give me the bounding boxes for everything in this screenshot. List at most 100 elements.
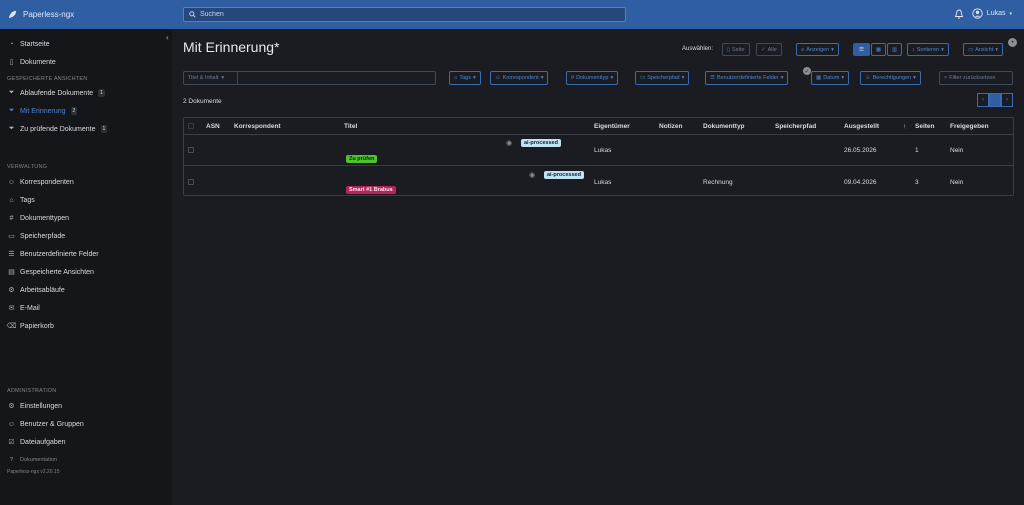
sidebar-item-label: Dokumenttypen [20,214,70,222]
brand[interactable]: Paperless-ngx [0,10,180,19]
chevron-down-icon: ▾ [780,75,784,81]
select-label: Auswählen: [682,46,714,52]
documents-table: ASN Korrespondent Titel Eigentümer Notiz… [183,117,1014,196]
previous-page-button[interactable]: ‹ [977,93,989,107]
sidebar-item-label: Mit Erinnerung [20,107,66,115]
search-input[interactable] [200,11,600,18]
next-page-button[interactable]: › [1001,93,1013,107]
section-heading-saved: GESPEICHERTE ANSICHTEN [7,76,88,82]
select-all-checkbox[interactable] [188,123,194,129]
search-icon [189,11,196,18]
chevron-down-icon: ▾ [913,75,916,81]
paperless-leaf-icon [8,10,17,19]
column-header-seiten[interactable]: Seiten [915,123,935,130]
button-label: Seite [732,46,745,53]
column-header-korrespondent[interactable]: Korrespondent [234,123,281,130]
view-dropdown[interactable]: ▭ Ansicht ▾ [963,43,1004,56]
column-header-freigegeben[interactable]: Freigegeben [950,123,989,130]
sort-up-arrow-icon: ↑ [903,123,907,130]
sidebar-item-label: Einstellungen [20,402,63,410]
sidebar-item-einstellungen[interactable]: ⚙ Einstellungen [0,397,172,415]
ui-radios-icon: ☰ [710,75,715,81]
text-filter: Titel & Inhalt ▾ [183,71,436,85]
chevron-down-icon: ▾ [610,75,614,81]
tag-ai-processed[interactable]: ai-processed [544,171,584,179]
sidebar-item-label: Benutzer & Gruppen [20,420,84,428]
sidebar-item-benutzer-gruppen[interactable]: ☺ Benutzer & Gruppen [0,415,172,433]
filter-dokumenttyp[interactable]: # Dokumenttyp ▾ [566,71,619,85]
global-search[interactable] [183,7,626,22]
sidebar-item-label: Benutzerdefinierte Felder [20,250,99,258]
select-all-button[interactable]: ✓ Alle [756,43,782,56]
filter-datum[interactable]: ▦ Datum ▾ [811,71,850,85]
tag-icon: ⌂ [9,196,14,204]
column-header-dokumenttyp[interactable]: Dokumenttyp [703,123,745,130]
sidebar-item-korrespondenten[interactable]: ☺ Korrespondenten [0,173,172,191]
question-circle-icon: ? [9,457,14,463]
sidebar-item-dateiaufgaben[interactable]: ☑ Dateiaufgaben [0,433,172,451]
pages-cell: 1 [915,147,919,154]
sidebar-item-tags[interactable]: ⌂ Tags [0,191,172,209]
user-avatar-icon [972,8,983,19]
sidebar-item-zu-pruefende[interactable]: ⏷ Zu prüfende Dokumente 1 [0,120,172,138]
reset-filter-button[interactable]: × Filter zurücksetzen [939,71,1013,85]
sidebar-item-dokumente[interactable]: ▯ Dokumente [0,53,172,71]
bell-icon[interactable] [954,9,964,19]
view-small-cards-button[interactable]: ▦ [871,43,886,56]
sidebar-item-papierkorb[interactable]: ⌫ Papierkorb [0,317,172,335]
column-header-notizen[interactable]: Notizen [659,123,682,130]
filter-korrespondent[interactable]: ☺ Korrespondent ▾ [490,71,549,85]
sidebar-item-email[interactable]: ✉ E-Mail [0,299,172,317]
view-large-cards-button[interactable]: ▥ [887,43,902,56]
sidebar-item-ablaufende[interactable]: ⏷ Ablaufende Dokumente 1 [0,84,172,102]
column-header-titel[interactable]: Titel [344,123,357,130]
sidebar-item-benutzerdefinierte-felder[interactable]: ☰ Benutzerdefinierte Felder [0,245,172,263]
collapse-sidebar-icon[interactable]: ‹ [166,33,169,42]
filter-benutzerdefinierte-felder[interactable]: ☰ Benutzerdefinierte Felder ▾ [705,71,789,85]
sidebar-item-gespeicherte-ansichten[interactable]: ▤ Gespeicherte Ansichten [0,263,172,281]
folder-icon: ▭ [8,233,15,240]
row-checkbox[interactable] [188,179,194,185]
column-header-asn[interactable]: ASN [206,123,220,130]
eye-icon[interactable]: ◉ [529,171,535,179]
sidebar-item-startseite[interactable]: ◔ Startseite [0,35,172,53]
select-page-button[interactable]: ▯ Seite [722,43,750,56]
column-header-speicherpfad[interactable]: Speicherpfad [775,123,816,130]
document-count: 2 Dokumente [183,98,222,105]
filter-tags[interactable]: ⌂ Tags ▾ [449,71,481,85]
sidebar-item-speicherpfade[interactable]: ▭ Speicherpfade [0,227,172,245]
section-heading-administration: ADMINISTRATION [7,388,57,394]
sidebar-item-mit-erinnerung[interactable]: ⏷ Mit Erinnerung 2 [0,102,172,120]
tag-smart-1-brabus[interactable]: Smart #1 Brabus [346,186,396,194]
page-button[interactable]: 1 [989,93,1001,107]
display-dropdown[interactable]: ≡ Anzeigen ▾ [796,43,839,56]
sidebar-item-label: Speicherpfade [20,232,66,240]
sidebar-item-dokumenttypen[interactable]: # Dokumenttypen [0,209,172,227]
sidebar-item-arbeitsablaeufe[interactable]: ⚙ Arbeitsabläufe [0,281,172,299]
tag-zu-pruefen[interactable]: Zu prüfen [346,155,378,163]
eye-icon[interactable]: ◉ [506,139,512,147]
filter-type-select[interactable]: Titel & Inhalt ▾ [184,72,238,84]
table-row[interactable]: ◉ ai-processed Smart #1 Brabus Lukas Rec… [184,166,1013,197]
sort-dropdown[interactable]: ↕ Sortieren ▾ [907,43,949,56]
filter-text-input[interactable] [238,72,435,84]
chevron-down-icon: ▾ [1009,10,1012,17]
tag-ai-processed[interactable]: ai-processed [521,139,561,147]
workflow-icon: ⚙ [8,287,15,294]
main-content: Mit Erinnerung* Auswählen: ▯ Seite ✓ Alle … [172,29,1024,505]
user-menu[interactable]: Lukas ▾ [972,8,1012,19]
button-label: Berechtigungen [872,75,912,81]
count-badge: 1 [100,125,108,133]
column-header-ausgestellt[interactable]: Ausgestellt [844,123,879,130]
filter-berechtigungen[interactable]: ☺ Berechtigungen ▾ [860,71,921,85]
filter-speicherpfad[interactable]: ▭ Speicherpfad ▾ [635,71,690,85]
column-header-eigentuemer[interactable]: Eigentümer [594,123,630,130]
sliders-icon: ≡ [801,46,805,53]
row-checkbox[interactable] [188,147,194,153]
sidebar-docs-link[interactable]: ? Dokumentation [0,453,172,467]
hash-icon: # [571,75,575,81]
view-details-button[interactable]: ☰ [853,43,870,56]
chevron-down-icon: ▾ [831,46,834,53]
table-row[interactable]: ◉ ai-processed Zu prüfen Lukas 26.05.202… [184,135,1013,166]
ui-radios-icon: ☰ [8,251,15,258]
